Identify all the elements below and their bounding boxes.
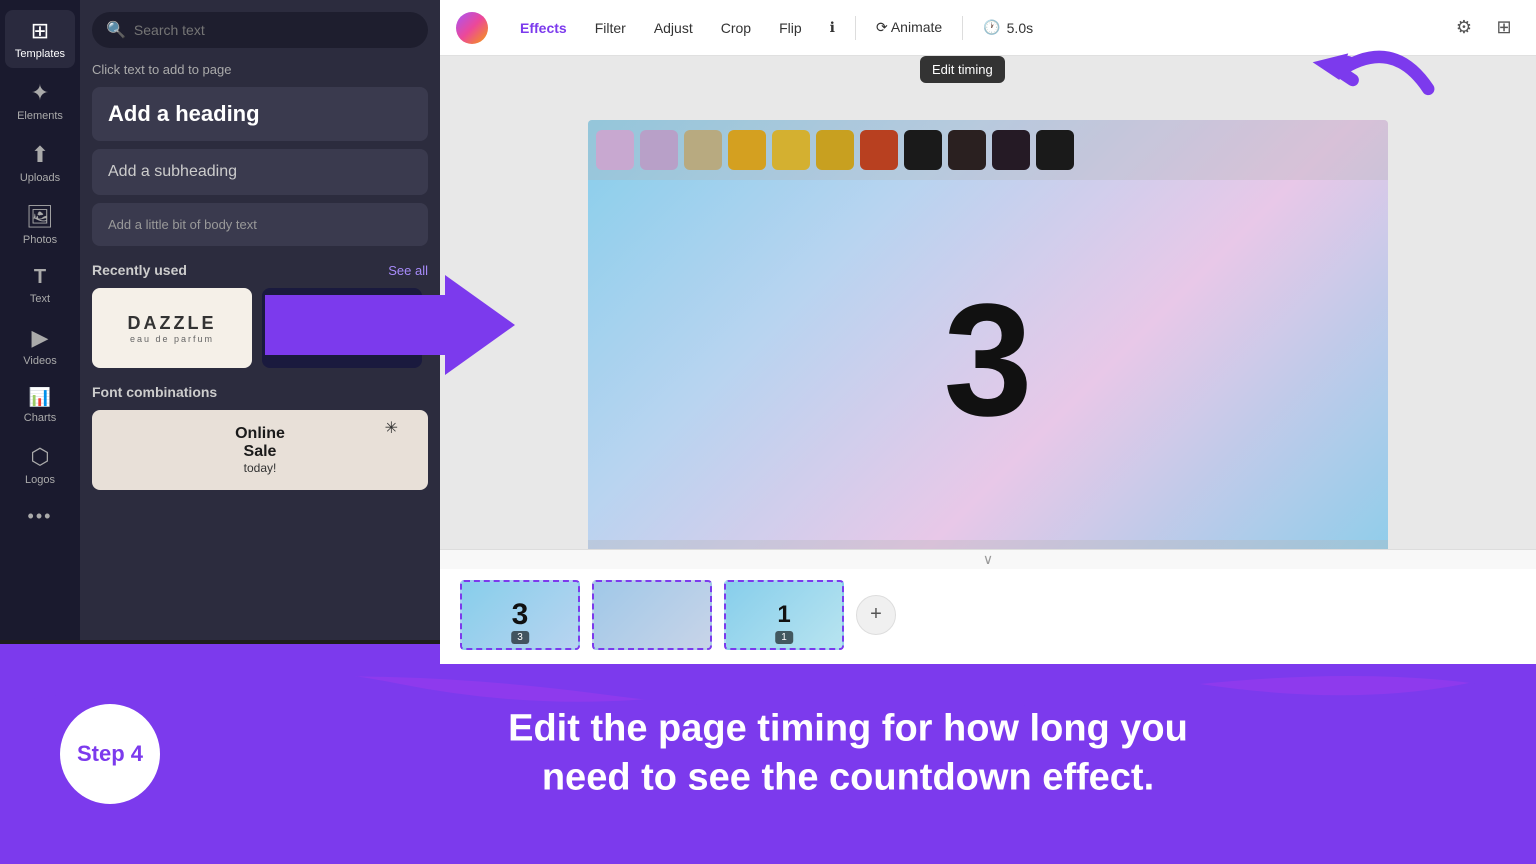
logos-icon: ⬡ xyxy=(30,444,49,470)
step-label: Step 4 xyxy=(77,741,143,767)
sidebar-item-charts[interactable]: 📊 Charts xyxy=(5,379,75,432)
expand-button[interactable]: ⊞ xyxy=(1488,12,1520,44)
film-hole xyxy=(1036,130,1074,170)
edit-timing-tooltip: Edit timing xyxy=(920,56,1005,83)
film-hole xyxy=(904,130,942,170)
effects-button[interactable]: Effects xyxy=(508,14,579,42)
sidebar: ⊞ Templates ✦ Elements ⬆ Uploads 🖼 Photo… xyxy=(0,0,80,640)
filter-button[interactable]: Filter xyxy=(583,14,638,42)
adjust-button[interactable]: Adjust xyxy=(642,14,705,42)
animate-icon: ⟳ xyxy=(876,19,891,35)
templates-icon: ⊞ xyxy=(31,18,49,44)
sidebar-label-videos: Videos xyxy=(23,355,56,367)
page-thumb-1[interactable]: 3 3 xyxy=(460,580,580,650)
text-icon: T xyxy=(34,266,46,289)
toolbar-separator xyxy=(855,16,856,40)
sidebar-label-photos: Photos xyxy=(23,234,57,246)
info-button[interactable]: ℹ xyxy=(818,13,847,42)
bottom-description-line2: need to see the countdown effect. xyxy=(200,754,1496,803)
crop-button[interactable]: Crop xyxy=(709,14,763,42)
page-num-badge-3: 1 xyxy=(775,631,793,644)
collapse-handle[interactable]: ∨ xyxy=(440,549,1536,569)
toolbar-right: ⚙ ⊞ xyxy=(1448,12,1520,44)
film-hole xyxy=(992,130,1030,170)
sidebar-item-logos[interactable]: ⬡ Logos xyxy=(5,436,75,494)
search-icon: 🔍 xyxy=(106,20,126,40)
more-icon: ••• xyxy=(28,506,53,527)
sidebar-label-charts: Charts xyxy=(24,412,56,424)
chevron-down-icon: ∨ xyxy=(983,551,993,568)
page-thumb-2-content xyxy=(594,582,710,648)
page-thumb-3[interactable]: 1 1 xyxy=(724,580,844,650)
timing-button[interactable]: 🕐 5.0s xyxy=(971,13,1045,42)
search-input[interactable] xyxy=(134,22,414,38)
bottom-text: Edit the page timing for how long you ne… xyxy=(200,705,1496,804)
template-dazzle-sub: eau de parfum xyxy=(130,334,214,344)
videos-icon: ▶ xyxy=(32,325,49,351)
sidebar-item-photos[interactable]: 🖼 Photos xyxy=(5,196,75,254)
film-hole xyxy=(684,130,722,170)
online-sale-line1: Online xyxy=(235,425,285,443)
sidebar-label-templates: Templates xyxy=(15,48,65,60)
sidebar-label-text: Text xyxy=(30,293,50,305)
photos-icon: 🖼 xyxy=(26,204,54,230)
template-dazzle[interactable]: DAZZLE eau de parfum xyxy=(92,288,252,368)
sidebar-item-videos[interactable]: ▶ Videos xyxy=(5,317,75,375)
sidebar-item-more[interactable]: ••• xyxy=(5,498,75,535)
animate-button[interactable]: ⟳ Animate xyxy=(864,13,954,42)
step-circle: Step 4 xyxy=(60,704,160,804)
font-card-online-sale[interactable]: ✳ Online Sale today! xyxy=(92,410,428,490)
countdown-number: 3 xyxy=(944,280,1033,440)
app-logo xyxy=(456,12,488,44)
clock-icon: 🕐 xyxy=(983,19,1000,36)
sidebar-label-logos: Logos xyxy=(25,474,55,486)
search-container: 🔍 xyxy=(92,12,428,48)
add-heading-button[interactable]: Add a heading xyxy=(92,87,428,141)
film-strip-top xyxy=(588,120,1388,180)
page-thumb-2[interactable] xyxy=(592,580,712,650)
customize-button[interactable]: ⚙ xyxy=(1448,12,1480,44)
bottom-description-line1: Edit the page timing for how long you xyxy=(200,705,1496,754)
bottom-section: Step 4 Edit the page timing for how long… xyxy=(0,644,1536,864)
online-sale-line3: today! xyxy=(244,461,277,475)
recently-used-title: Recently used xyxy=(92,262,187,278)
sidebar-label-uploads: Uploads xyxy=(20,172,60,184)
add-body-button[interactable]: Add a little bit of body text xyxy=(92,203,428,246)
page-strip: 3 3 1 1 + xyxy=(440,564,1536,664)
elements-icon: ✦ xyxy=(31,80,49,106)
tooltip-text: Edit timing xyxy=(932,62,993,77)
click-hint: Click text to add to page xyxy=(92,62,428,77)
film-hole xyxy=(640,130,678,170)
page-num-badge-1: 3 xyxy=(511,631,529,644)
film-hole xyxy=(772,130,810,170)
sidebar-item-uploads[interactable]: ⬆ Uploads xyxy=(5,134,75,192)
flip-button[interactable]: Flip xyxy=(767,14,814,42)
film-hole xyxy=(728,130,766,170)
film-hole xyxy=(816,130,854,170)
sidebar-item-templates[interactable]: ⊞ Templates xyxy=(5,10,75,68)
uploads-icon: ⬆ xyxy=(31,142,49,168)
sidebar-item-elements[interactable]: ✦ Elements xyxy=(5,72,75,130)
film-hole xyxy=(948,130,986,170)
add-subheading-button[interactable]: Add a subheading xyxy=(92,149,428,195)
arrow-indicator-right xyxy=(265,270,515,380)
sidebar-label-elements: Elements xyxy=(17,110,63,122)
add-page-button[interactable]: + xyxy=(856,595,896,635)
font-combinations-title: Font combinations xyxy=(92,384,428,400)
arrow-indicator-top xyxy=(1286,10,1446,150)
star-icon: ✳ xyxy=(385,418,398,438)
toolbar-separator2 xyxy=(962,16,963,40)
sidebar-item-text[interactable]: T Text xyxy=(5,258,75,313)
film-hole xyxy=(596,130,634,170)
online-sale-line2: Sale xyxy=(244,443,277,461)
charts-icon: 📊 xyxy=(29,387,51,408)
template-dazzle-name: DAZZLE xyxy=(128,313,217,334)
timing-value: 5.0s xyxy=(1007,20,1033,36)
film-canvas: 3 xyxy=(588,120,1388,600)
film-hole xyxy=(860,130,898,170)
